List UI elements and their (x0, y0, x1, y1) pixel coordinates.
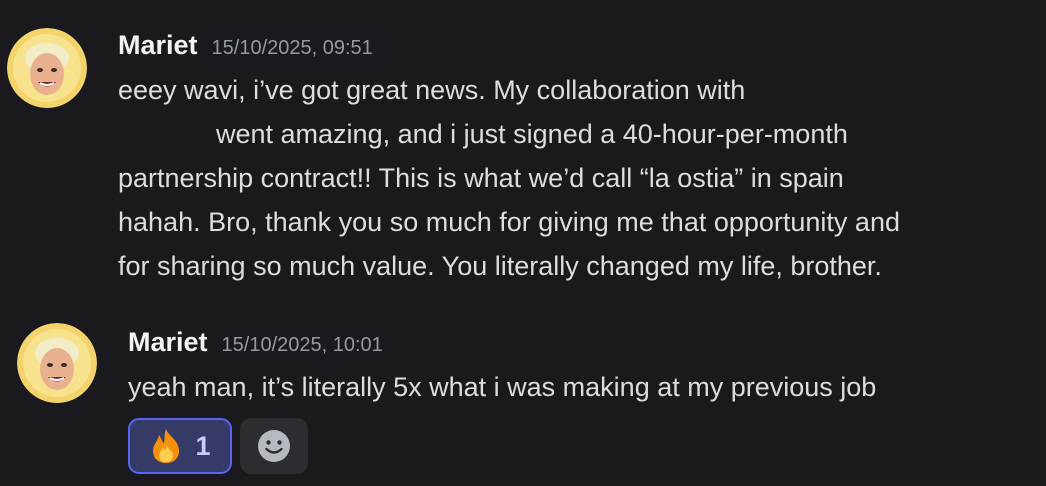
message-header: Mariet 15/10/2025, 09:51 (118, 30, 373, 61)
message-line: yeah man, it’s literally 5x what i was m… (128, 372, 877, 402)
timestamp[interactable]: 15/10/2025, 09:51 (212, 37, 373, 59)
avatar-image (17, 323, 97, 403)
message-content: eeey wavi, i’ve got great news. My colla… (118, 68, 900, 288)
fire-emoji-icon (153, 429, 180, 463)
add-reaction-smiley-icon (258, 430, 290, 462)
add-reaction-button[interactable] (240, 418, 308, 474)
user-avatar[interactable] (7, 28, 87, 108)
author-name[interactable]: Mariet (118, 30, 198, 60)
message-line: eeey wavi, i’ve got great news. My colla… (118, 75, 746, 105)
message-line: went amazing, and i just signed a 40-hou… (216, 119, 848, 149)
user-avatar[interactable] (17, 323, 97, 403)
message-header: Mariet 15/10/2025, 10:01 (128, 327, 383, 358)
timestamp[interactable]: 15/10/2025, 10:01 (222, 334, 383, 356)
avatar-image (7, 28, 87, 108)
message-line: hahah. Bro, thank you so much for giving… (118, 207, 900, 237)
message-line: for sharing so much value. You literally… (118, 251, 882, 281)
message-line: partnership contract!! This is what we’d… (118, 163, 844, 193)
reaction-fire[interactable]: 1 (128, 418, 232, 474)
message-content: yeah man, it’s literally 5x what i was m… (128, 365, 876, 409)
author-name[interactable]: Mariet (128, 327, 208, 357)
reaction-count: 1 (195, 430, 211, 461)
